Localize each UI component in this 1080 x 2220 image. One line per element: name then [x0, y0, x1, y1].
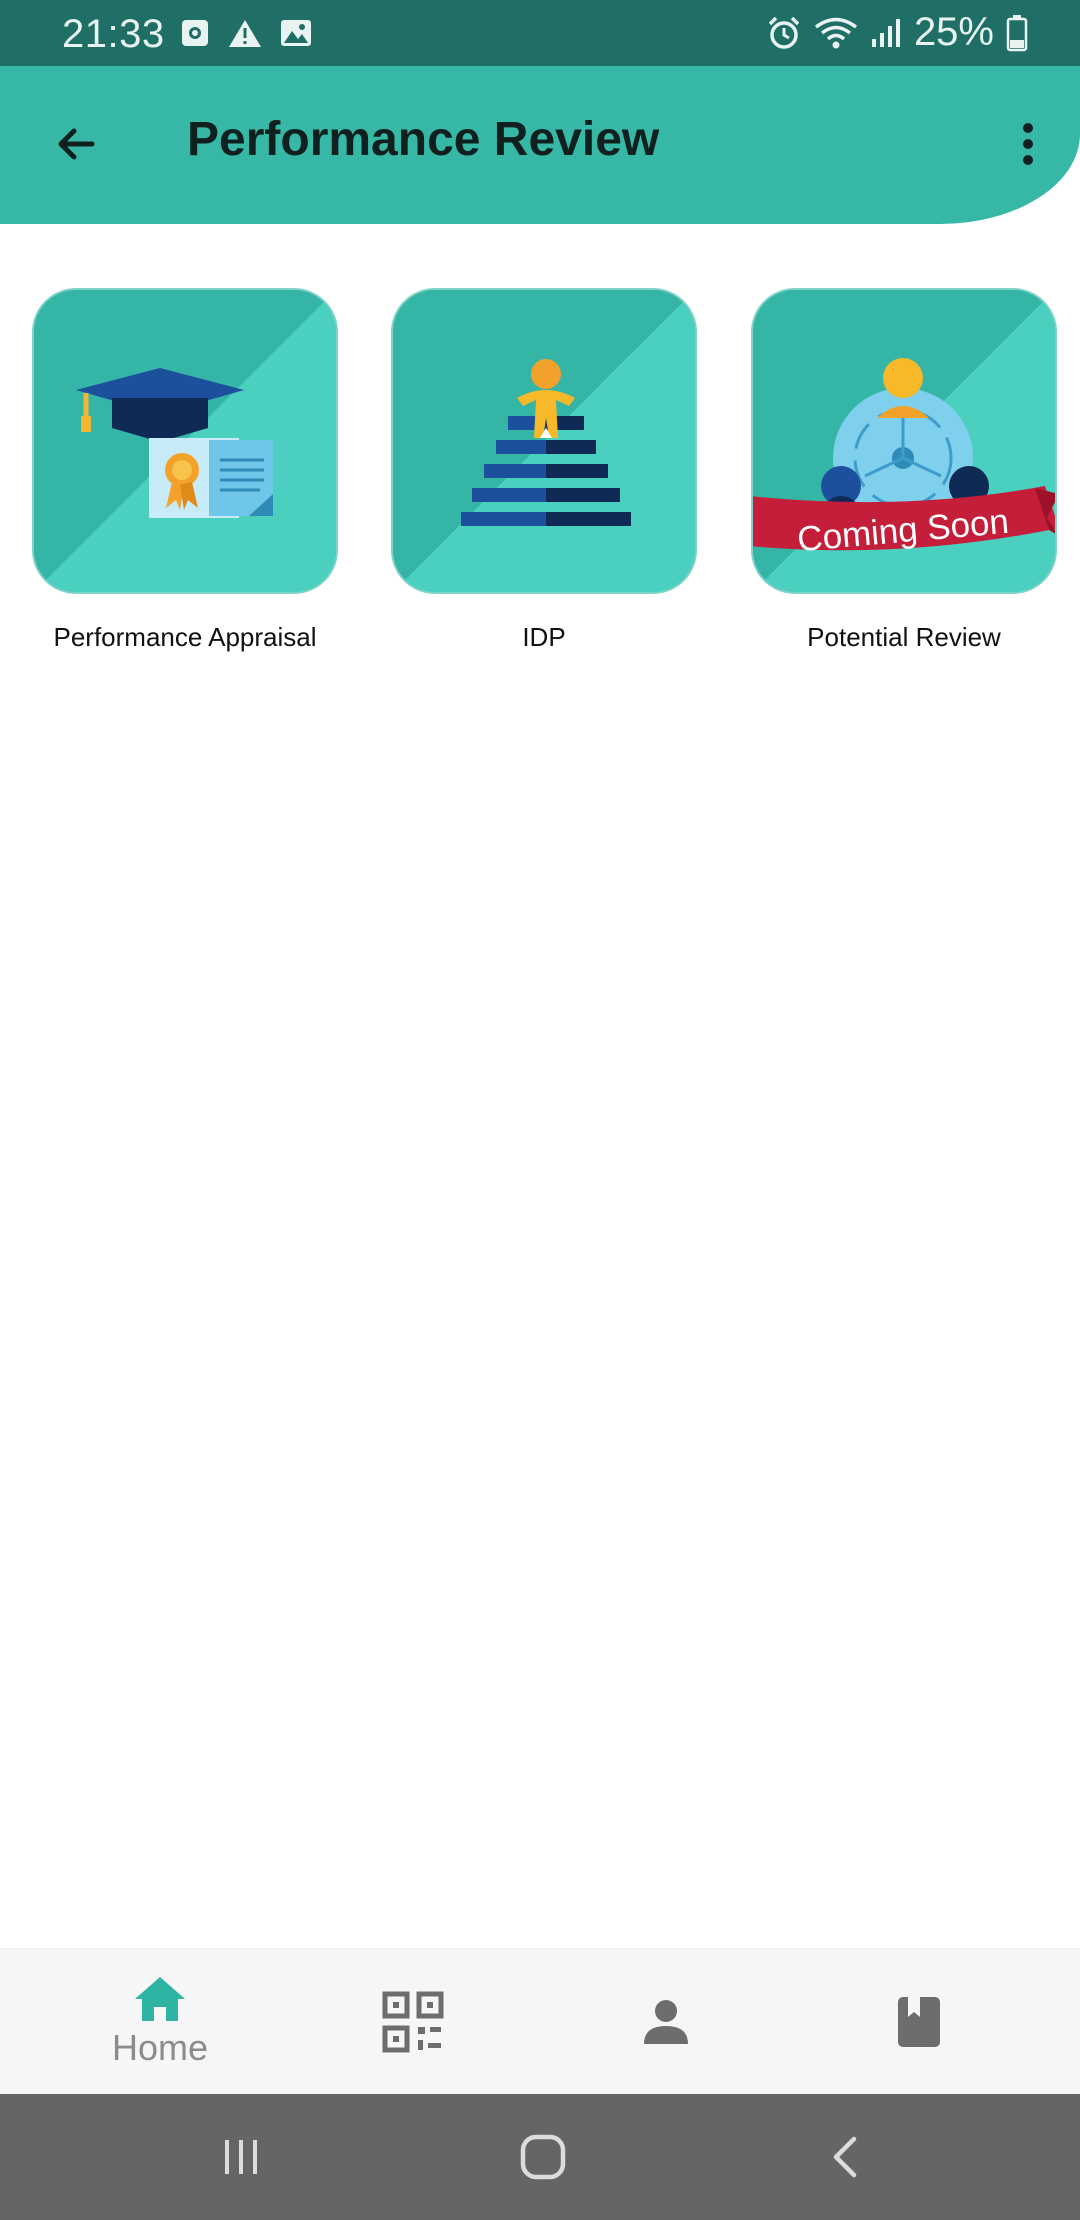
graduation-certificate-icon	[76, 368, 273, 518]
nav-qr-scan[interactable]	[313, 1949, 513, 2095]
nav-handbook[interactable]	[819, 1949, 1019, 2095]
person-icon	[644, 2000, 688, 2044]
warning-icon	[229, 20, 261, 47]
page-title: Performance Review	[187, 113, 660, 166]
status-notification-icons	[180, 18, 312, 48]
signal-icon	[871, 18, 900, 47]
alarm-icon	[768, 16, 800, 49]
nav-home-label: Home	[111, 2027, 209, 2068]
recent-apps-icon	[225, 2140, 257, 2174]
more-options-button[interactable]	[1000, 106, 1056, 182]
arrow-left-icon	[58, 128, 95, 160]
screen: 21:33 25% Performance Review Performance…	[0, 0, 1080, 2220]
status-time: 21:33	[62, 12, 165, 56]
system-back-button[interactable]	[800, 2122, 890, 2192]
tile-idp[interactable]: IDP	[391, 288, 701, 653]
staircase-figure-icon	[461, 359, 631, 526]
screenshot-icon	[182, 20, 208, 46]
recent-apps-button[interactable]	[196, 2122, 286, 2192]
tile-card[interactable]	[32, 288, 338, 594]
coming-soon-ribbon: Coming Soon	[753, 486, 1055, 559]
tile-potential-review[interactable]: Coming Soon Potential Review	[751, 288, 1061, 653]
home-circle-icon	[520, 2134, 566, 2180]
status-bar: 21:33 25%	[0, 0, 1080, 66]
bottom-navigation: Home	[0, 1948, 1080, 2094]
qr-code-icon	[382, 1991, 444, 2053]
tile-performance-appraisal[interactable]: Performance Appraisal	[32, 288, 342, 653]
battery-icon	[1006, 14, 1028, 51]
nav-profile[interactable]	[566, 1949, 766, 2095]
battery-percent: 25%	[913, 10, 994, 54]
tile-label: IDP	[522, 622, 566, 652]
tile-card[interactable]: Coming Soon	[751, 288, 1057, 594]
wifi-icon	[814, 17, 857, 48]
bookmark-book-icon	[898, 1997, 940, 2047]
tile-label: Performance Appraisal	[53, 622, 317, 652]
more-vert-icon	[1023, 123, 1033, 165]
nav-home[interactable]: Home	[60, 1949, 260, 2095]
tile-label: Potential Review	[807, 622, 1001, 652]
app-bar: Performance Review	[0, 66, 1080, 224]
image-icon	[281, 20, 311, 46]
status-system-icons: 25%	[766, 10, 1028, 55]
system-home-button[interactable]	[498, 2122, 588, 2192]
back-button[interactable]	[40, 108, 112, 180]
back-chevron-icon	[833, 2136, 857, 2178]
tile-card[interactable]	[391, 288, 697, 594]
system-navigation-bar	[0, 2094, 1080, 2220]
home-icon	[135, 1977, 185, 2021]
